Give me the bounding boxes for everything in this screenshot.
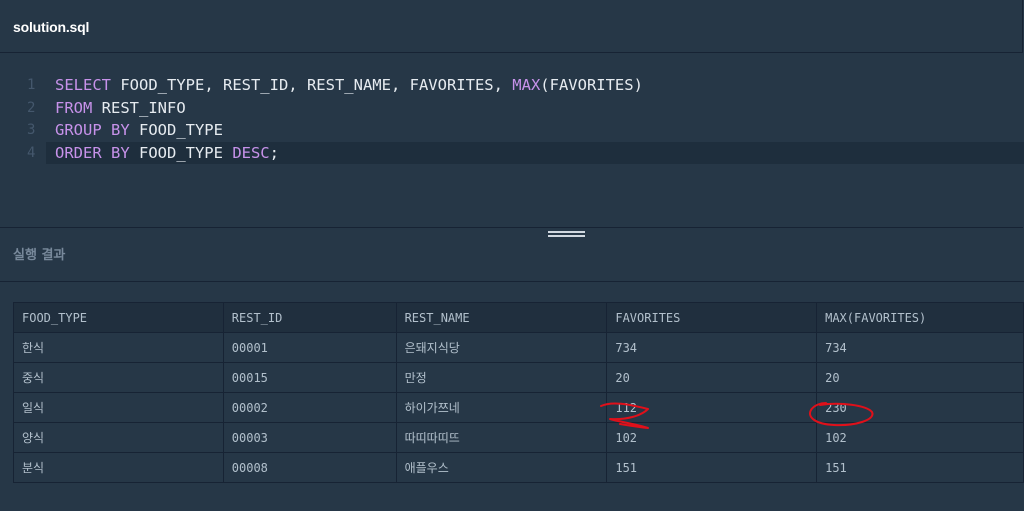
table-row: 중식 00015 만정 20 20	[13, 362, 1024, 393]
table-cell: 00003	[222, 422, 397, 453]
table-cell: 일식	[13, 392, 224, 423]
file-name[interactable]: solution.sql	[13, 19, 89, 35]
table-cell: 만정	[395, 362, 608, 393]
table-cell: 00002	[222, 392, 397, 423]
table-cell: 734	[606, 332, 818, 363]
code-editor[interactable]: 1 SELECT FOOD_TYPE, REST_ID, REST_NAME, …	[0, 54, 1024, 227]
table-row: 일식 00002 하이가쯔네 112 230	[13, 392, 1024, 423]
column-header: FAVORITES	[606, 302, 818, 333]
line-number: 2	[27, 100, 36, 116]
table-cell: 20	[606, 362, 818, 393]
column-header: MAX(FAVORITES)	[816, 302, 1024, 333]
code-identifier: REST_INFO	[92, 99, 186, 117]
code-identifier: FOOD_TYPE, REST_ID, REST_NAME, FAVORITES…	[111, 76, 513, 94]
code-keyword: ORDER BY	[55, 144, 130, 162]
table-cell: 734	[816, 332, 1024, 363]
page: solution.sql 1 SELECT FOOD_TYPE, REST_ID…	[0, 0, 1024, 511]
table-cell: 양식	[13, 422, 224, 453]
code-identifier: FOOD_TYPE	[129, 121, 223, 139]
table-cell: 151	[816, 452, 1024, 483]
line-number: 4	[27, 145, 36, 161]
table-cell: 따띠따띠뜨	[395, 422, 608, 453]
results-title: 실행 결과	[13, 248, 66, 263]
resize-handle-icon[interactable]	[548, 231, 585, 241]
file-tab-header: solution.sql	[0, 0, 1023, 53]
column-header: REST_ID	[222, 302, 397, 333]
code-identifier: FOOD_TYPE	[129, 144, 233, 162]
code-text[interactable]: GROUP BY FOOD_TYPE	[55, 119, 223, 141]
line-number: 3	[27, 122, 36, 138]
table-cell: 중식	[13, 362, 224, 393]
panel-divider	[0, 227, 1023, 228]
table-cell: 230	[816, 392, 1024, 423]
table-cell: 한식	[13, 332, 224, 363]
results-table: FOOD_TYPE REST_ID REST_NAME FAVORITES MA…	[13, 302, 1024, 483]
code-text[interactable]: SELECT FOOD_TYPE, REST_ID, REST_NAME, FA…	[55, 74, 643, 96]
code-keyword: MAX	[512, 76, 541, 94]
table-cell: 하이가쯔네	[395, 392, 608, 423]
code-line-1[interactable]: 1 SELECT FOOD_TYPE, REST_ID, REST_NAME, …	[0, 74, 1024, 96]
code-identifier: ;	[269, 144, 279, 162]
table-cell: 20	[816, 362, 1024, 393]
code-line-2[interactable]: 2 FROM REST_INFO	[0, 97, 1024, 119]
table-cell: 애플우스	[395, 452, 608, 483]
table-header-row: FOOD_TYPE REST_ID REST_NAME FAVORITES MA…	[13, 302, 1024, 333]
table-cell: 분식	[13, 452, 224, 483]
table-cell: 은돼지식당	[395, 332, 608, 363]
table-cell: 00001	[222, 332, 397, 363]
table-cell: 00008	[222, 452, 397, 483]
table-cell: 151	[606, 452, 818, 483]
line-number: 1	[27, 77, 36, 93]
code-keyword: GROUP BY	[55, 121, 130, 139]
table-row: 한식 00001 은돼지식당 734 734	[13, 332, 1024, 363]
column-header: REST_NAME	[395, 302, 608, 333]
table-cell: 102	[606, 422, 818, 453]
code-keyword: FROM	[55, 99, 93, 117]
table-cell: 112	[606, 392, 818, 423]
results-divider	[0, 281, 1024, 282]
table-cell: 102	[816, 422, 1024, 453]
column-header: FOOD_TYPE	[13, 302, 224, 333]
table-row: 양식 00003 따띠따띠뜨 102 102	[13, 422, 1024, 453]
code-line-4-active[interactable]: 4 ORDER BY FOOD_TYPE DESC;	[27, 142, 1024, 164]
code-text[interactable]: FROM REST_INFO	[55, 97, 186, 119]
code-identifier: (FAVORITES)	[540, 76, 643, 94]
table-row: 분식 00008 애플우스 151 151	[13, 452, 1024, 483]
code-keyword: SELECT	[55, 76, 111, 94]
code-keyword: DESC	[232, 144, 270, 162]
code-text[interactable]: ORDER BY FOOD_TYPE DESC;	[55, 142, 279, 164]
code-line-3[interactable]: 3 GROUP BY FOOD_TYPE	[0, 119, 1024, 141]
table-cell: 00015	[222, 362, 397, 393]
